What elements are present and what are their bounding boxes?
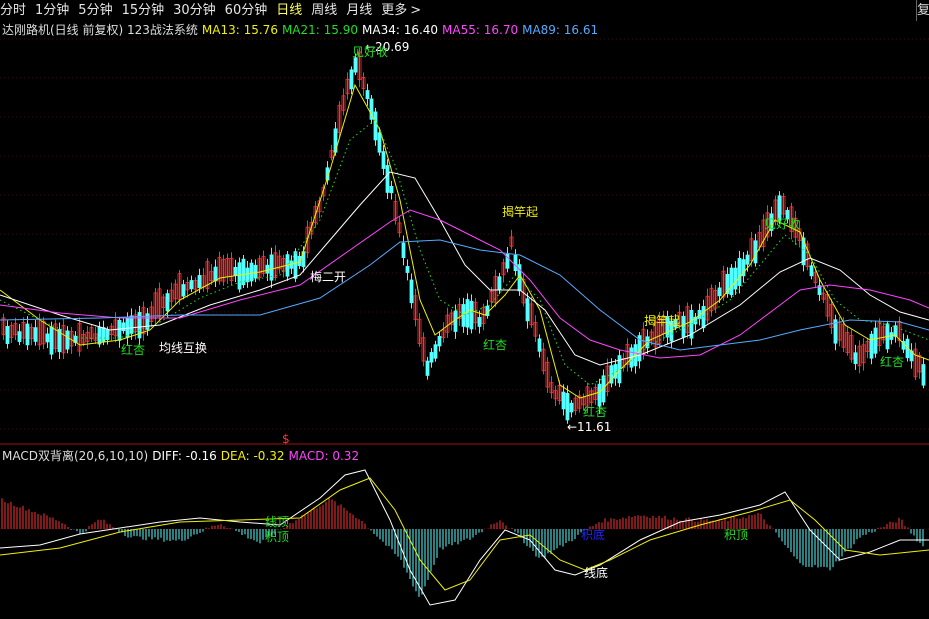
candle-body — [377, 132, 382, 153]
candle-body — [121, 322, 126, 332]
candle-body — [737, 257, 742, 286]
candle-body — [469, 300, 474, 330]
candle-body — [597, 383, 602, 407]
annotation-meierkai: 梅二开 — [310, 269, 346, 284]
annotation-hongxing-2: 红杏 — [483, 337, 507, 352]
candle-body — [253, 264, 258, 279]
candle-body — [745, 254, 750, 265]
candle-body — [729, 267, 734, 296]
candle-body — [373, 111, 378, 141]
candle-body — [497, 276, 502, 290]
candle-body — [401, 242, 406, 258]
annotation-xianding: 线顶 — [265, 515, 289, 529]
candle-body — [165, 293, 170, 312]
stock-chart[interactable]: ←20.69 见好收 红杏 均线互换 梅二开 揭竿起 红杏 红杏 ←11.61 … — [0, 0, 929, 619]
candle-body — [453, 310, 458, 332]
candle-body — [385, 165, 390, 193]
candle-body — [525, 298, 530, 322]
candle-body — [45, 333, 50, 343]
candle-body — [809, 265, 814, 277]
candle-body — [681, 315, 686, 338]
candle-body — [25, 323, 30, 346]
candle-body — [265, 264, 270, 274]
main-annotations: ←20.69 见好收 红杏 均线互换 梅二开 揭竿起 红杏 红杏 ←11.61 … — [121, 40, 904, 446]
candle-body — [33, 327, 38, 342]
candle-body — [213, 266, 218, 282]
candle-body — [477, 317, 482, 327]
candle-body — [197, 275, 202, 288]
annotation-peak-1: 见好收 — [352, 45, 388, 59]
annotation-jiegan-1: 揭竿起 — [502, 204, 538, 219]
candle-body — [753, 240, 758, 264]
candle-body — [537, 338, 542, 352]
candle-body — [65, 330, 70, 350]
candle-body — [101, 327, 106, 342]
candle-body — [425, 360, 430, 376]
main-grid — [0, 38, 929, 430]
annotation-xiandi: 线底 — [584, 565, 608, 580]
annotation-peak-2: 见好收 — [764, 217, 800, 231]
annotation-ma-cross: 均线互换 — [159, 341, 207, 355]
macd-histogram — [1, 497, 924, 597]
macd-annotations: 线顶 积顶 积底 积顶 线底 — [265, 515, 748, 580]
candle-body — [733, 267, 738, 290]
annotation-hongxing-3: 红杏 — [583, 404, 607, 419]
low-price-label: ←11.61 — [567, 420, 611, 434]
annotation-hongxing-1: 红杏 — [121, 342, 145, 357]
candle-body — [405, 266, 410, 273]
candle-body — [437, 335, 442, 347]
annotation-jiding: 积顶 — [265, 530, 289, 544]
candle-body — [565, 392, 570, 421]
annotation-jiding-2: 积顶 — [724, 528, 748, 542]
candle-body — [49, 326, 54, 355]
candle-body — [293, 251, 298, 279]
candle-body — [249, 262, 254, 282]
annotation-jidi: 积底 — [581, 527, 605, 542]
candlesticks — [1, 47, 926, 424]
candle-body — [353, 57, 358, 73]
candle-body — [233, 267, 238, 276]
candle-body — [717, 287, 722, 297]
candle-body — [237, 262, 242, 290]
candle-body — [389, 186, 394, 194]
candle-body — [513, 254, 518, 272]
candle-body — [17, 331, 22, 342]
candle-body — [381, 151, 386, 169]
candle-body — [129, 315, 134, 334]
candle-body — [409, 279, 414, 304]
candle-body — [365, 90, 370, 99]
candle-body — [433, 344, 438, 359]
candle-body — [117, 319, 122, 341]
candle-body — [921, 364, 926, 386]
candle-body — [245, 267, 250, 283]
candle-body — [869, 333, 874, 359]
candle-body — [181, 284, 186, 297]
candle-body — [873, 327, 878, 354]
annotation-jiegan-2: 揭竿起 — [644, 313, 680, 328]
dollar-marker: $ — [282, 432, 290, 446]
candle-body — [5, 326, 10, 344]
candle-body — [561, 391, 566, 410]
candle-body — [853, 352, 858, 365]
annotation-hongxing-4: 红杏 — [880, 354, 904, 369]
candle-body — [429, 352, 434, 363]
candle-body — [349, 69, 354, 90]
candle-body — [97, 326, 102, 345]
candle-body — [569, 402, 574, 413]
candle-body — [189, 280, 194, 290]
